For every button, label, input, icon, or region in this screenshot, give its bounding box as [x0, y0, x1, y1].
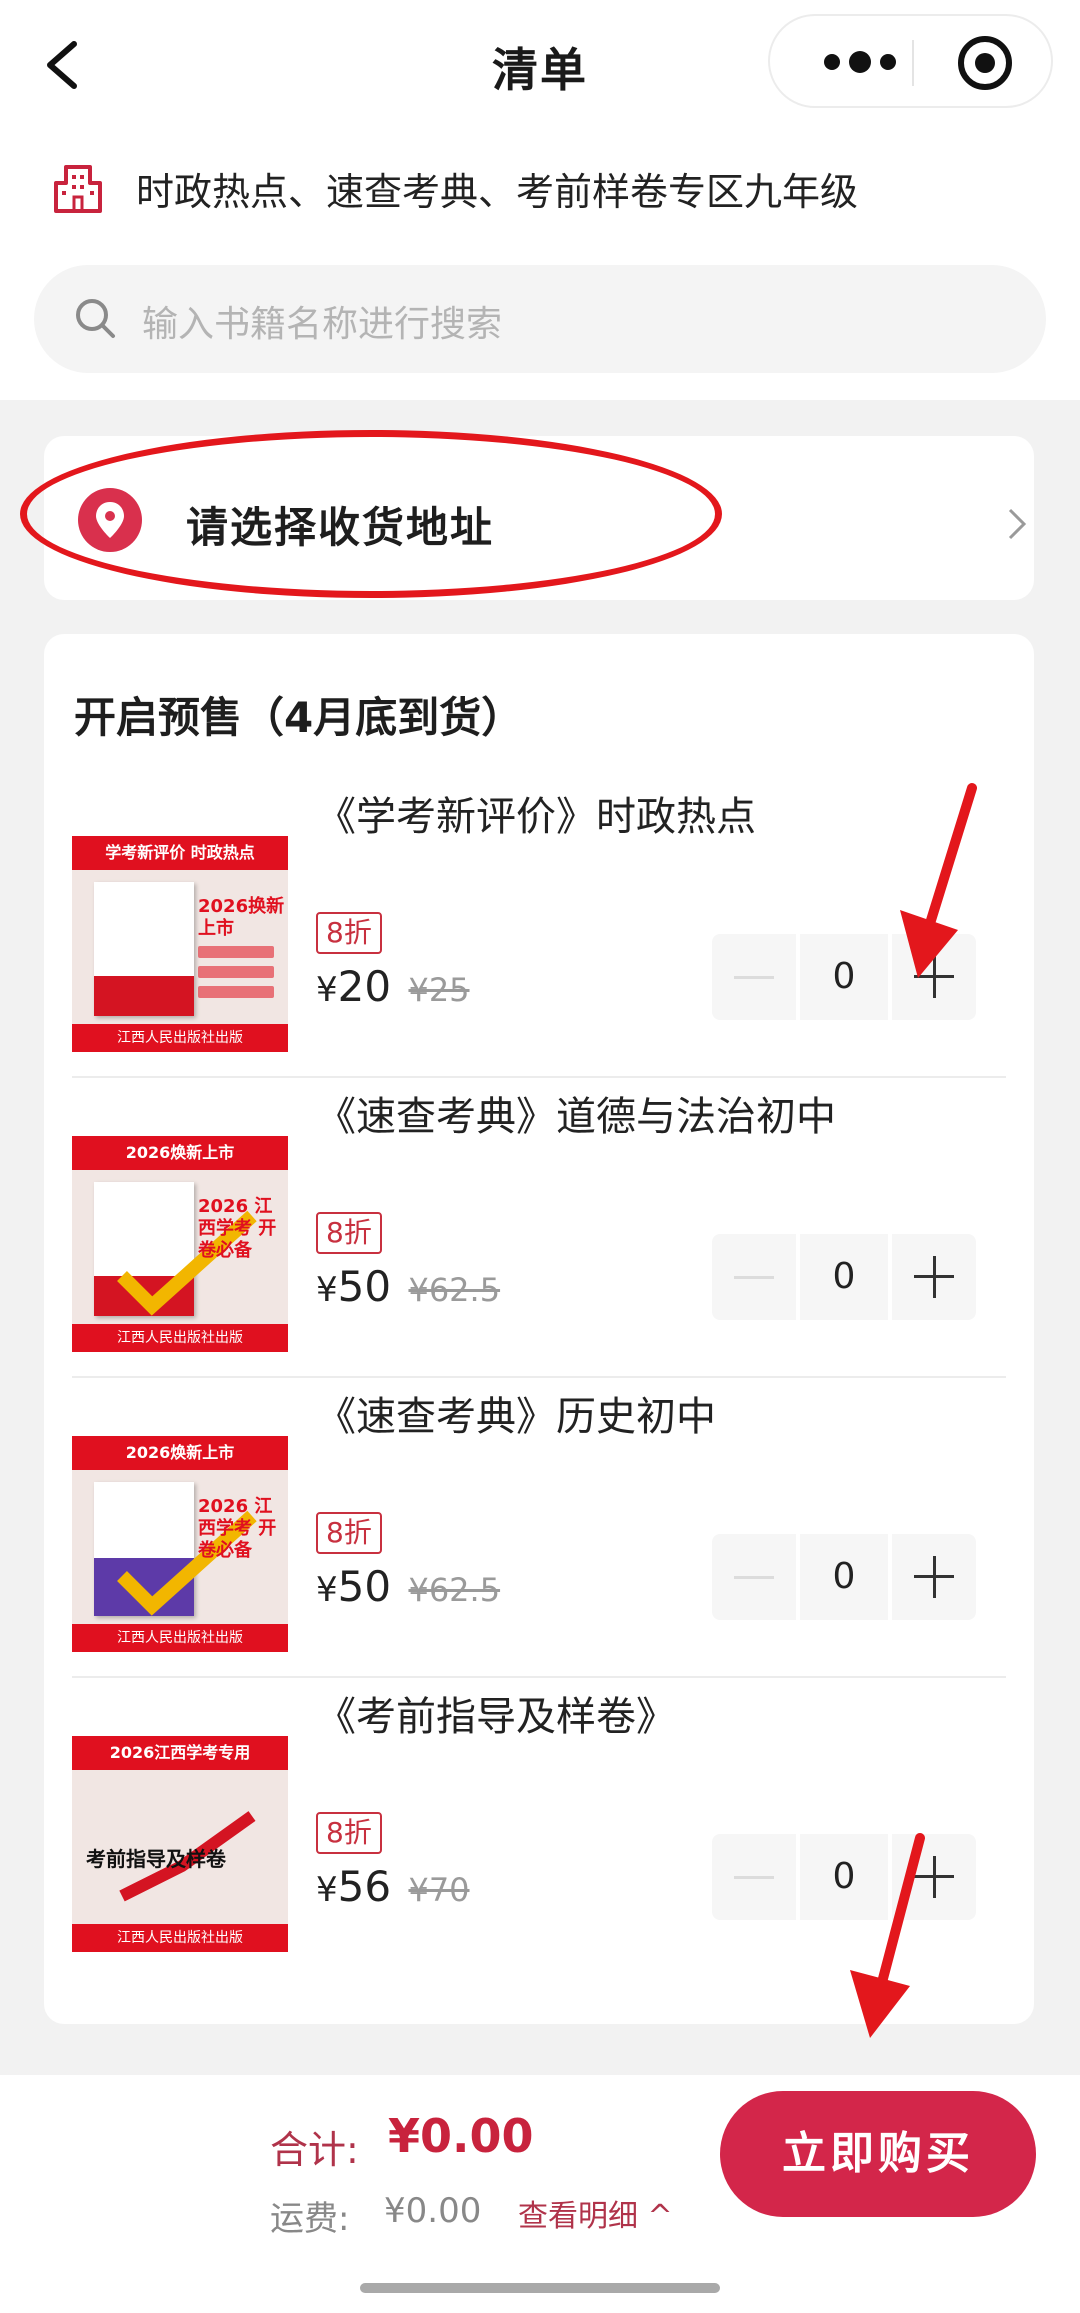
highlight-oval-annotation — [20, 430, 722, 598]
product-name: 《速查考典》历史初中 — [316, 1394, 716, 1440]
book-cover-image[interactable]: 2026焕新上市 2026 江西学考 开卷必备 江西人民出版社出版 — [72, 1136, 288, 1352]
product-price: ¥50 ¥62.5 — [316, 1262, 500, 1311]
search-icon — [76, 299, 115, 338]
search-input[interactable]: 输入书籍名称进行搜索 — [34, 265, 1046, 373]
price-value: 20 — [337, 962, 392, 1011]
cover-banner: 学考新评价 时政热点 — [72, 836, 288, 870]
discount-badge: 8折 — [316, 1212, 382, 1254]
cover-headline: 2026换新上市 — [198, 896, 285, 939]
book-cover-image[interactable]: 学考新评价 时政热点 2026换新上市 江西人民出版社出版 — [72, 836, 288, 1052]
cover-footer: 江西人民出版社出版 — [72, 1624, 288, 1652]
store-name: 时政热点、速查考典、考前样卷专区九年级 — [136, 170, 859, 214]
total-value: ¥0.00 — [388, 2109, 534, 2163]
product-item: 2026焕新上市 2026 江西学考 开卷必备 江西人民出版社出版 《速查考典》… — [44, 1084, 1034, 1384]
cover-footer: 江西人民出版社出版 — [72, 1924, 288, 1952]
cover-book-shape — [94, 882, 194, 1016]
capsule-divider — [912, 40, 914, 86]
product-price: ¥56 ¥70 — [316, 1862, 470, 1911]
product-name: 《学考新评价》时政热点 — [316, 794, 756, 840]
checkout-bar: 合计: ¥0.00 运费: ¥0.00 查看明细 ^ 立即购买 — [0, 2075, 1080, 2313]
store-header: 时政热点、速查考典、考前样卷专区九年级 — [50, 155, 1050, 215]
product-price: ¥20 ¥25 — [316, 962, 470, 1011]
cover-headline: 2026 江西学考 开卷必备 — [198, 1196, 277, 1261]
close-target-icon[interactable] — [956, 34, 1014, 92]
discount-badge: 8折 — [316, 1512, 382, 1554]
mini-program-capsule — [768, 14, 1053, 108]
cover-headline: 2026 江西学考 开卷必备 — [198, 1496, 277, 1561]
shipping-value: ¥0.00 — [384, 2191, 482, 2231]
price-value: 50 — [337, 1262, 392, 1311]
quantity-stepper: 0 — [712, 1234, 976, 1320]
cover-footer: 江西人民出版社出版 — [72, 1324, 288, 1352]
book-cover-image[interactable]: 2026江西学考专用 考前指导及样卷 江西人民出版社出版 — [72, 1736, 288, 1952]
quantity-value[interactable]: 0 — [800, 934, 888, 1020]
cover-banner: 2026焕新上市 — [72, 1436, 288, 1470]
annotation-arrow — [850, 1833, 925, 2038]
cover-banner: 2026焕新上市 — [72, 1136, 288, 1170]
total-label: 合计: — [270, 2128, 359, 2172]
original-price: ¥62.5 — [408, 1571, 501, 1609]
product-price: ¥50 ¥62.5 — [316, 1562, 500, 1611]
annotation-arrow — [900, 783, 977, 978]
increase-button[interactable] — [892, 1534, 976, 1620]
view-details-link[interactable]: 查看明细 ^ — [518, 2191, 673, 2235]
quantity-value[interactable]: 0 — [800, 1234, 888, 1320]
discount-badge: 8折 — [316, 1812, 382, 1854]
price-value: 56 — [337, 1862, 392, 1911]
currency-symbol: ¥ — [316, 970, 338, 1010]
decrease-button[interactable] — [712, 934, 796, 1020]
cover-tag — [198, 986, 274, 998]
currency-symbol: ¥ — [316, 1570, 338, 1610]
decrease-button[interactable] — [712, 1834, 796, 1920]
shipping-label: 运费: — [270, 2199, 350, 2239]
increase-button[interactable] — [892, 1234, 976, 1320]
divider — [72, 1376, 1006, 1378]
search-placeholder: 输入书籍名称进行搜索 — [142, 304, 503, 345]
product-name: 《速查考典》道德与法治初中 — [316, 1094, 836, 1140]
divider — [72, 1076, 1006, 1078]
more-dots-icon[interactable] — [810, 42, 910, 82]
chevron-right-icon — [1008, 508, 1027, 540]
decrease-button[interactable] — [712, 1234, 796, 1320]
cover-tag — [198, 946, 274, 958]
original-price: ¥25 — [408, 971, 470, 1009]
product-item: 2026焕新上市 2026 江西学考 开卷必备 江西人民出版社出版 《速查考典》… — [44, 1384, 1034, 1684]
original-price: ¥70 — [408, 1871, 470, 1909]
currency-symbol: ¥ — [316, 1270, 338, 1310]
quantity-value[interactable]: 0 — [800, 1534, 888, 1620]
currency-symbol: ¥ — [316, 1870, 338, 1910]
decrease-button[interactable] — [712, 1534, 796, 1620]
product-name: 《考前指导及样卷》 — [316, 1694, 676, 1740]
cover-tag — [198, 966, 274, 978]
cover-banner: 2026江西学考专用 — [72, 1736, 288, 1770]
book-cover-image[interactable]: 2026焕新上市 2026 江西学考 开卷必备 江西人民出版社出版 — [72, 1436, 288, 1652]
discount-badge: 8折 — [316, 912, 382, 954]
home-indicator — [360, 2283, 720, 2293]
section-title: 开启预售（4月底到货） — [74, 693, 524, 742]
original-price: ¥62.5 — [408, 1271, 501, 1309]
divider — [72, 1676, 1006, 1678]
cover-footer: 江西人民出版社出版 — [72, 1024, 288, 1052]
cover-headline: 考前指导及样卷 — [86, 1847, 226, 1871]
quantity-stepper: 0 — [712, 1534, 976, 1620]
price-value: 50 — [337, 1562, 392, 1611]
top-nav-bar: 清单 — [0, 0, 1080, 130]
building-icon — [54, 165, 102, 213]
buy-now-button[interactable]: 立即购买 — [720, 2091, 1036, 2217]
